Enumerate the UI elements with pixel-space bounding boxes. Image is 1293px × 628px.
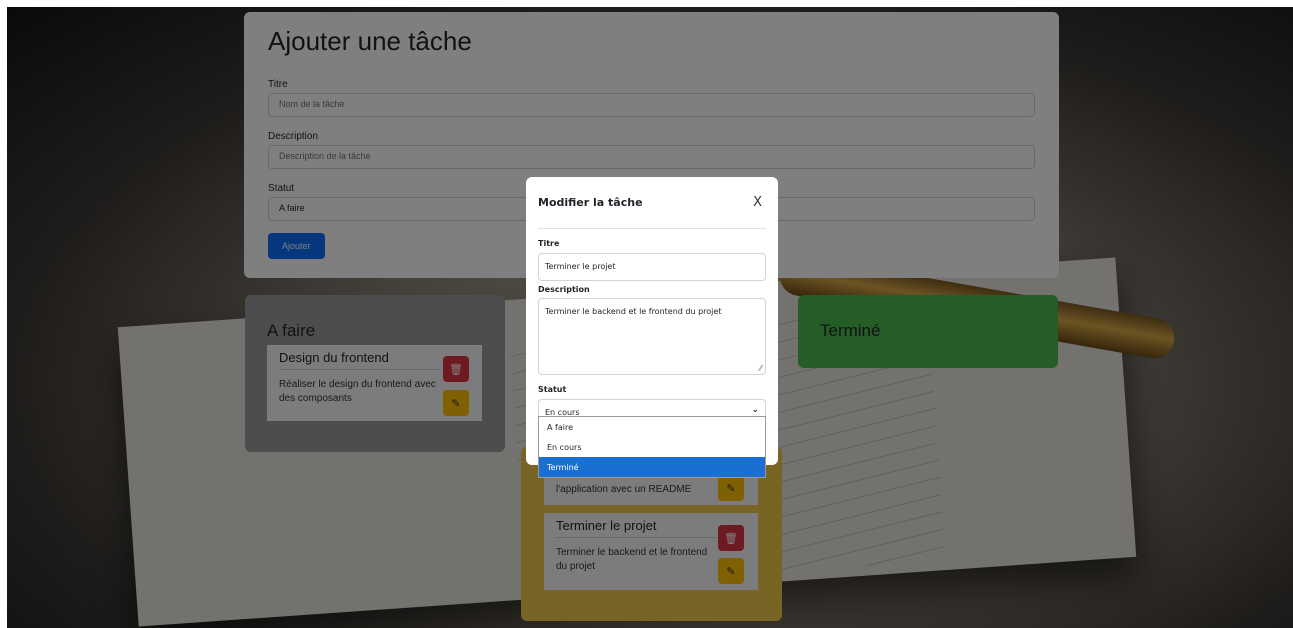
modal-header: Modifier la tâche X [538,177,766,229]
modal-description-textarea[interactable]: Terminer le backend et le frontend du pr… [538,298,766,375]
chevron-down-icon: ⌄ [751,405,759,415]
modal-description-label: Description [538,285,590,294]
modal-status-label: Statut [538,385,567,394]
status-option-todo[interactable]: A faire [539,417,765,437]
resize-handle-icon[interactable]: ⁄⁄ [759,364,762,373]
status-option-done[interactable]: Terminé [539,457,765,477]
modal-title-label: Titre [538,239,560,248]
modal-close-button[interactable]: X [753,195,762,210]
status-option-in-progress[interactable]: En cours [539,437,765,457]
modal-title: Modifier la tâche [538,196,643,209]
modal-title-input[interactable]: Terminer le projet [538,253,766,281]
status-dropdown-list: A faire En cours Terminé [538,416,766,478]
modal-description-value: Terminer le backend et le frontend du pr… [545,307,722,316]
